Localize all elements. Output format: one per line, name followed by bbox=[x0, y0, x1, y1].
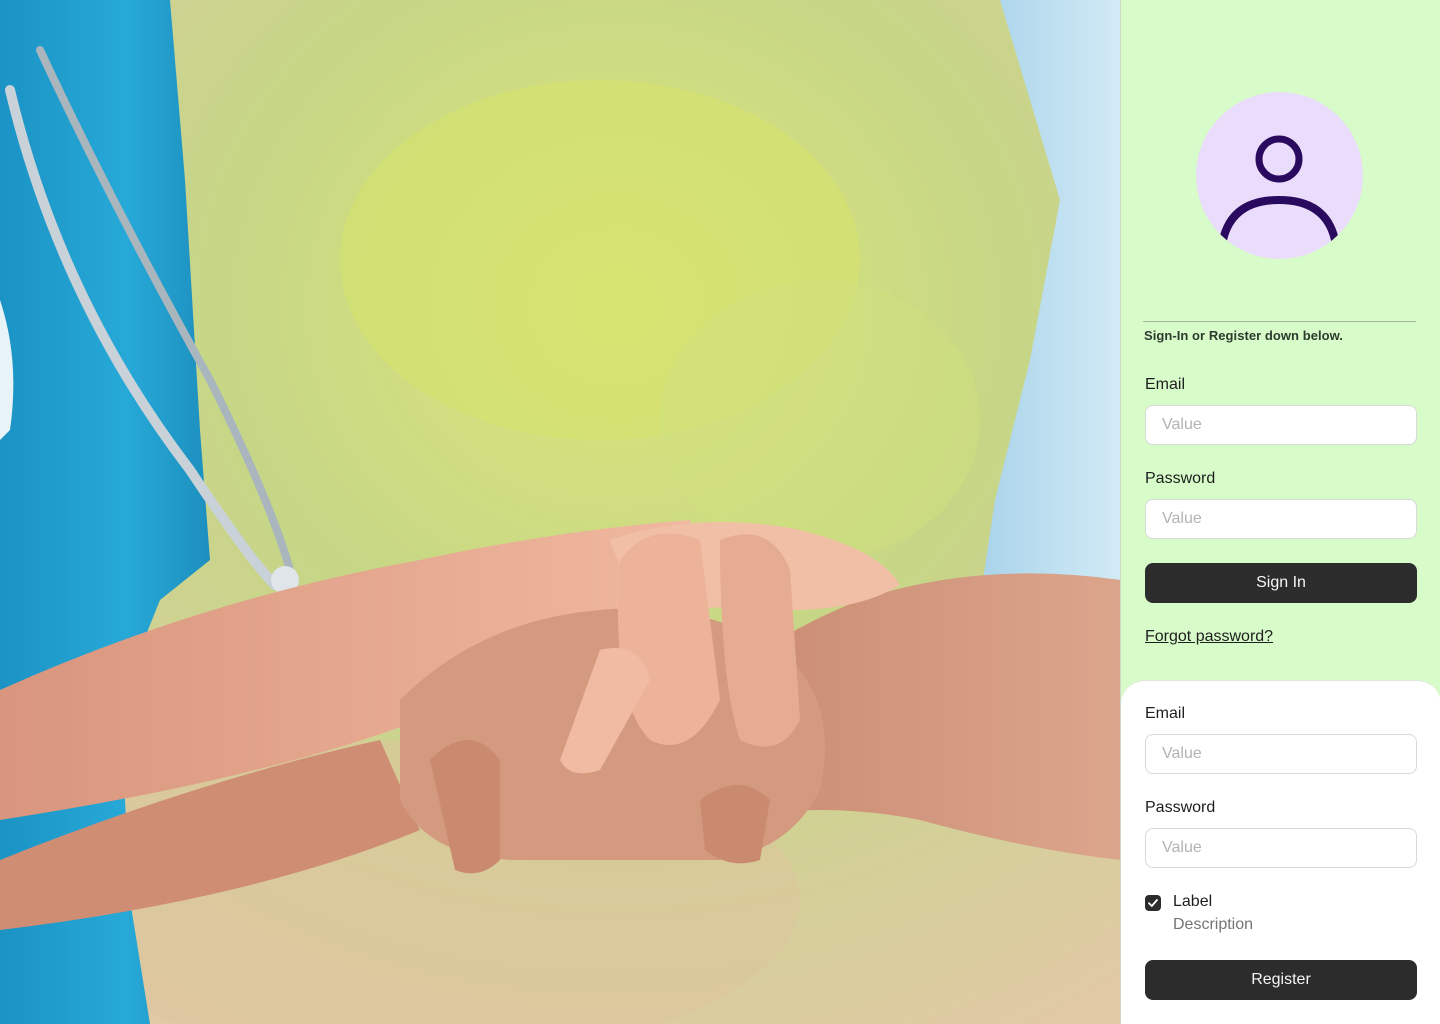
user-icon bbox=[1219, 135, 1339, 242]
register-button[interactable]: Register bbox=[1145, 960, 1417, 1000]
signin-email-label: Email bbox=[1145, 376, 1186, 393]
checkbox[interactable] bbox=[1145, 895, 1161, 911]
signin-password-label: Password bbox=[1145, 470, 1216, 487]
sign-in-button[interactable]: Sign In bbox=[1145, 563, 1417, 603]
register-email-input[interactable] bbox=[1145, 734, 1417, 774]
register-email-label: Email bbox=[1145, 705, 1186, 722]
checkbox-description: Description bbox=[1173, 916, 1254, 933]
register-password-label: Password bbox=[1145, 799, 1216, 816]
register-password-input[interactable] bbox=[1145, 828, 1417, 868]
avatar bbox=[1196, 92, 1363, 259]
signin-password-input[interactable] bbox=[1145, 499, 1417, 539]
divider bbox=[1143, 321, 1416, 322]
signin-email-input[interactable] bbox=[1145, 405, 1417, 445]
checkbox-row: Label Description bbox=[1145, 893, 1417, 937]
intro-text: Sign-In or Register down below. bbox=[1144, 328, 1343, 343]
auth-panel: Sign-In or Register down below. Email Pa… bbox=[1120, 0, 1440, 1024]
forgot-password-link[interactable]: Forgot password? bbox=[1145, 628, 1273, 646]
checkbox-label: Label bbox=[1173, 893, 1213, 910]
hero-image bbox=[0, 0, 1121, 1024]
check-icon bbox=[1148, 899, 1158, 907]
